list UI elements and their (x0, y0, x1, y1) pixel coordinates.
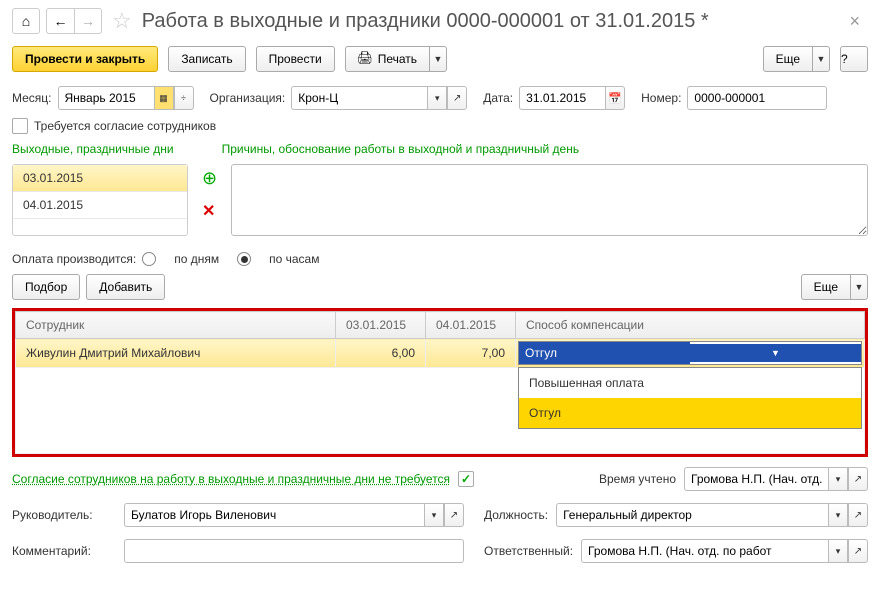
compensation-value[interactable]: Отгул (519, 342, 690, 364)
reasons-textarea[interactable] (231, 164, 868, 236)
forward-button: → (74, 8, 102, 34)
manager-dropdown-arrow[interactable]: ▾ (424, 503, 444, 527)
responsible-open-icon[interactable]: ↗ (848, 539, 868, 563)
compensation-dropdown-arrow[interactable]: ▼ (690, 344, 861, 362)
org-open-icon[interactable]: ↗ (447, 86, 467, 110)
table-more-arrow[interactable]: ▼ (850, 274, 868, 300)
number-label: Номер: (641, 91, 681, 105)
consent-label: Требуется согласие сотрудников (34, 119, 216, 133)
save-button[interactable]: Записать (168, 46, 245, 72)
col-date1[interactable]: 03.01.2015 (336, 312, 426, 339)
holidays-label: Выходные, праздничные дни (12, 142, 174, 156)
by-hours-radio[interactable] (237, 252, 251, 266)
close-icon[interactable]: × (841, 11, 868, 32)
org-label: Организация: (210, 91, 286, 105)
manager-input[interactable] (124, 503, 424, 527)
more-dropdown-arrow[interactable]: ▼ (812, 46, 830, 72)
position-label: Должность: (484, 508, 548, 522)
table-more-button[interactable]: Еще (801, 274, 850, 300)
back-button[interactable]: ← (46, 8, 74, 34)
col-compensation[interactable]: Способ компенсации (516, 312, 865, 339)
post-and-close-button[interactable]: Провести и закрыть (12, 46, 158, 72)
date-input[interactable] (519, 86, 605, 110)
by-days-radio[interactable] (142, 252, 156, 266)
favorite-star-icon[interactable]: ☆ (112, 8, 132, 34)
month-label: Месяц: (12, 91, 52, 105)
org-dropdown-arrow[interactable]: ▾ (427, 86, 447, 110)
comment-input[interactable] (124, 539, 464, 563)
position-open-icon[interactable]: ↗ (848, 503, 868, 527)
cell-compensation[interactable]: Отгул ▼ Повышенная оплата Отгул (516, 339, 865, 368)
time-accounted-input[interactable] (684, 467, 828, 491)
add-button[interactable]: Добавить (86, 274, 165, 300)
responsible-dropdown-arrow[interactable]: ▾ (828, 539, 848, 563)
comment-label: Комментарий: (12, 544, 116, 558)
dropdown-option[interactable]: Отгул (519, 398, 861, 428)
more-button[interactable]: Еще (763, 46, 812, 72)
cell-d2[interactable]: 7,00 (426, 339, 516, 368)
home-button[interactable]: ⌂ (12, 8, 40, 34)
calendar-icon[interactable]: 📅 (605, 86, 625, 110)
month-spinner-icon[interactable]: ÷ (174, 86, 194, 110)
help-button[interactable]: ? (840, 46, 868, 72)
col-employee[interactable]: Сотрудник (16, 312, 336, 339)
position-dropdown-arrow[interactable]: ▾ (828, 503, 848, 527)
position-input[interactable] (556, 503, 828, 527)
org-input[interactable] (291, 86, 427, 110)
date-row[interactable]: 03.01.2015 (13, 165, 187, 192)
cell-employee[interactable]: Живулин Дмитрий Михайлович (16, 339, 336, 368)
manager-open-icon[interactable]: ↗ (444, 503, 464, 527)
employees-table: Сотрудник 03.01.2015 04.01.2015 Способ к… (15, 311, 865, 454)
month-input[interactable] (58, 86, 154, 110)
responsible-input[interactable] (581, 539, 828, 563)
date-row[interactable]: 04.01.2015 (13, 192, 187, 219)
time-dropdown-arrow[interactable]: ▾ (828, 467, 848, 491)
post-button[interactable]: Провести (256, 46, 335, 72)
number-input[interactable] (687, 86, 827, 110)
manager-label: Руководитель: (12, 508, 116, 522)
dropdown-option[interactable]: Повышенная оплата (519, 368, 861, 398)
month-picker-icon[interactable]: ▦ (154, 86, 174, 110)
compensation-dropdown-list: Повышенная оплата Отгул (518, 367, 862, 429)
reasons-label: Причины, обоснование работы в выходной и… (222, 142, 579, 156)
consent-link[interactable]: Согласие сотрудников на работу в выходны… (12, 472, 450, 486)
printer-icon (358, 53, 372, 65)
payment-label: Оплата производится: (12, 252, 136, 266)
page-title: Работа в выходные и праздники 0000-00000… (142, 10, 836, 33)
select-button[interactable]: Подбор (12, 274, 80, 300)
time-label: Время учтено (599, 472, 676, 486)
responsible-label: Ответственный: (484, 544, 573, 558)
consent-checkbox[interactable] (12, 118, 28, 134)
print-dropdown-arrow[interactable]: ▼ (429, 46, 447, 72)
print-button[interactable]: Печать (345, 46, 429, 72)
add-date-icon[interactable]: ⊕ (202, 168, 217, 189)
table-row[interactable]: Живулин Дмитрий Михайлович 6,00 7,00 Отг… (16, 339, 865, 368)
by-days-label: по дням (174, 252, 219, 266)
by-hours-label: по часам (269, 252, 319, 266)
col-date2[interactable]: 04.01.2015 (426, 312, 516, 339)
cell-d1[interactable]: 6,00 (336, 339, 426, 368)
holiday-dates-list[interactable]: 03.01.2015 04.01.2015 (12, 164, 188, 236)
date-label: Дата: (483, 91, 513, 105)
delete-date-icon[interactable]: ✕ (202, 201, 217, 221)
time-open-icon[interactable]: ↗ (848, 467, 868, 491)
consent-ok-checkbox[interactable]: ✓ (458, 471, 474, 487)
